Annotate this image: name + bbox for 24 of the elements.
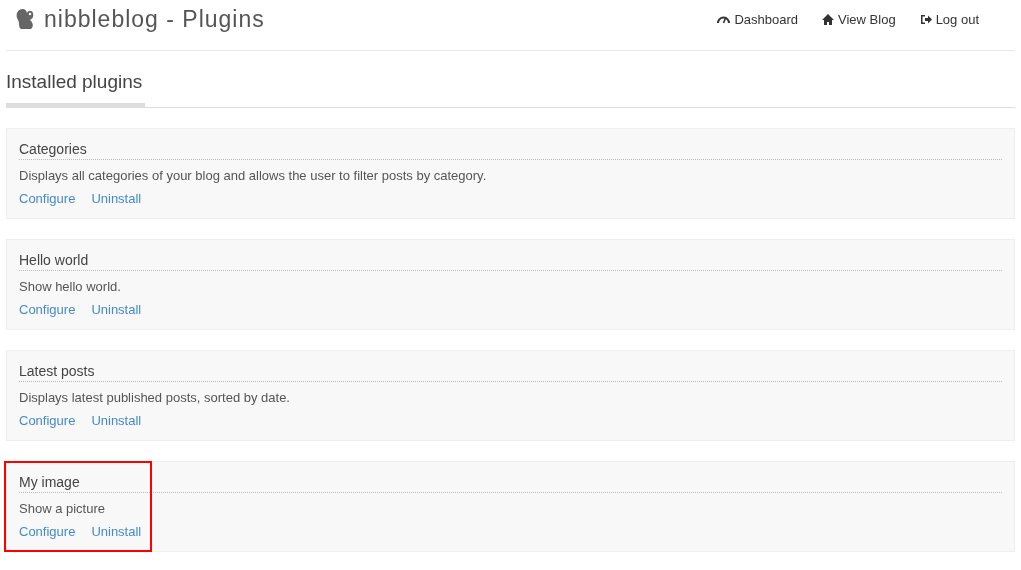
action-link[interactable]: Uninstall	[91, 524, 142, 539]
plugin-description: Show hello world.	[19, 279, 122, 294]
nav-link[interactable]: View Blog	[822, 11, 896, 27]
action-link[interactable]: Configure	[19, 302, 76, 317]
plugin-name: Latest posts	[19, 363, 1002, 382]
action-link[interactable]: Configure	[19, 191, 76, 206]
section-title: Installed plugins	[6, 71, 144, 94]
plugin-description: Show a picture	[19, 501, 106, 516]
nav-link[interactable]: Log out	[919, 11, 979, 27]
home-icon	[822, 13, 835, 25]
action-link[interactable]: Configure	[19, 413, 76, 428]
nav-link[interactable]: Dashboard	[717, 11, 799, 27]
action-link[interactable]: Uninstall	[91, 302, 142, 317]
plugin-description: Displays latest published posts, sorted by date.	[19, 390, 291, 405]
action-link[interactable]: Uninstall	[91, 413, 142, 428]
site-title: nibbleblog - Plugins	[44, 5, 265, 33]
plugin-name: My image	[19, 474, 1002, 493]
action-link[interactable]: Configure	[19, 524, 76, 539]
plugin-name: Hello world	[19, 252, 1002, 271]
logout-icon	[919, 13, 932, 25]
action-link[interactable]: Uninstall	[91, 191, 142, 206]
gauge-icon	[717, 14, 731, 24]
plugin-description: Displays all categories of your blog and allows the user to filter posts by category.	[19, 168, 488, 183]
plugin-name: Categories	[19, 141, 1002, 160]
